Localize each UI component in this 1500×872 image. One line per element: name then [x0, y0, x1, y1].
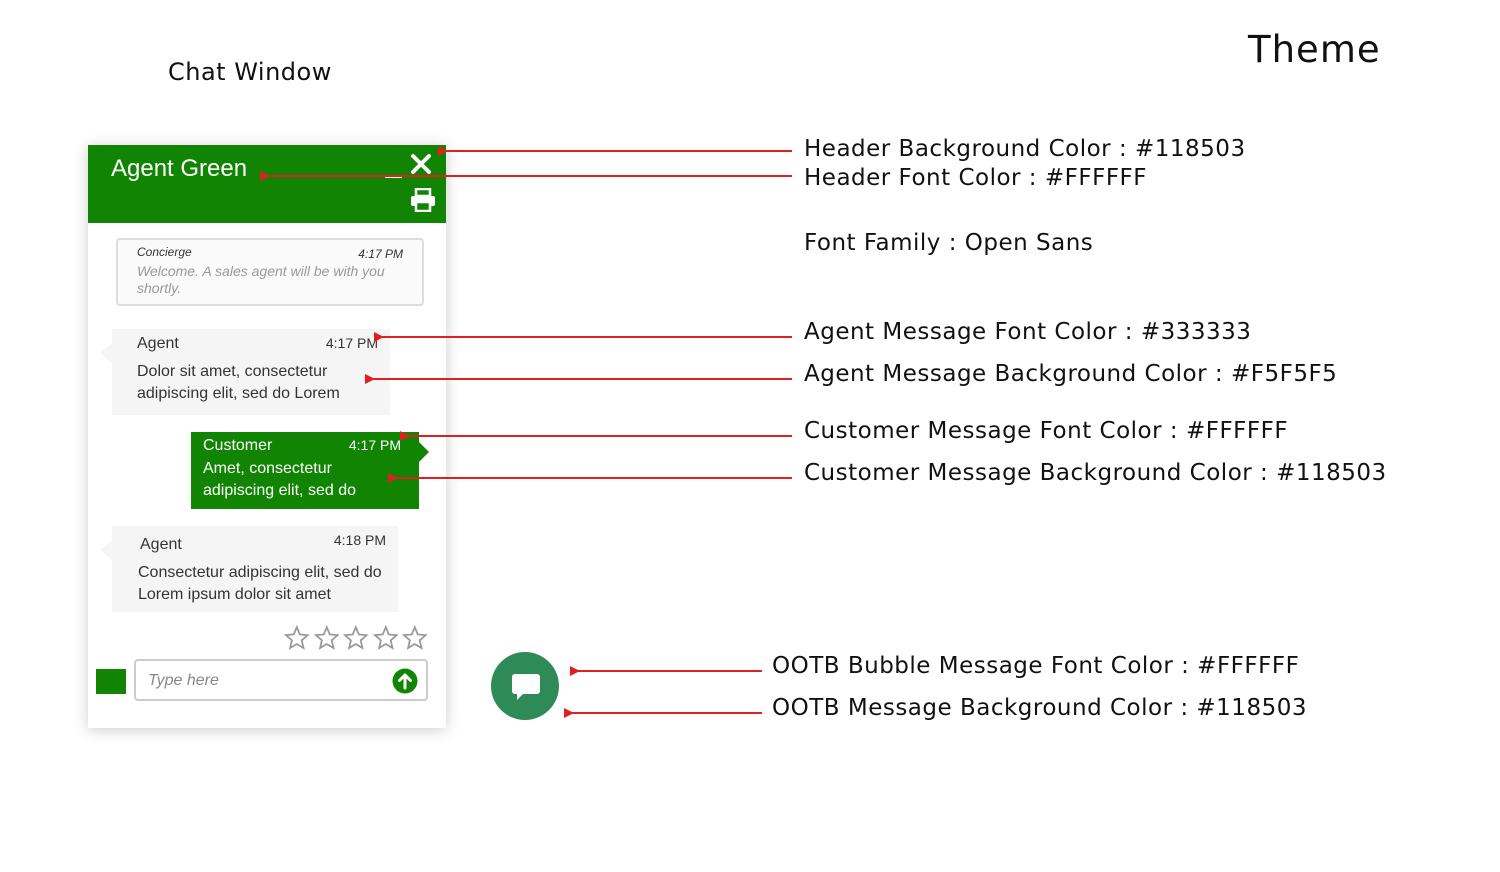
annotation-arrows	[260, 146, 792, 718]
